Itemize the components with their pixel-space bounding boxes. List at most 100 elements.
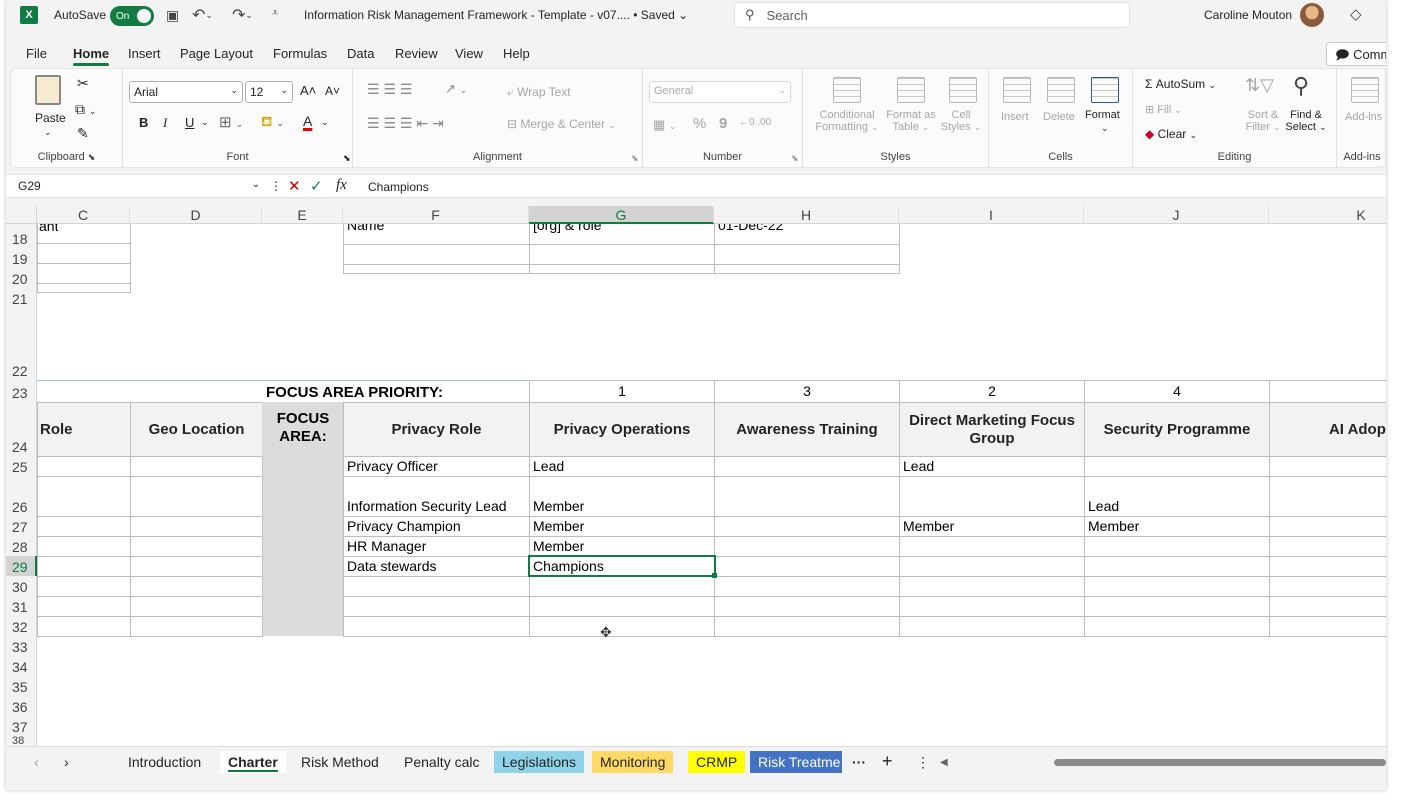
grid-cell[interactable] <box>37 456 131 477</box>
cell-f20[interactable] <box>343 264 530 274</box>
accounting-format-icon[interactable]: ▦ ⌄ <box>653 117 676 133</box>
horizontal-scrollbar[interactable] <box>1054 759 1386 766</box>
premium-diamond-icon[interactable]: ◇ <box>1350 5 1362 23</box>
grid-cell[interactable] <box>130 556 263 577</box>
bold-button[interactable]: B <box>139 115 148 130</box>
row-header-34[interactable]: 34 <box>6 656 37 676</box>
more-options-icon[interactable]: ⋮ <box>270 179 282 193</box>
row-header-36[interactable]: 36 <box>6 696 37 716</box>
column-header-g[interactable]: G <box>529 206 714 224</box>
grid-cell[interactable] <box>37 596 131 617</box>
column-header-d[interactable]: D <box>130 206 262 224</box>
grid-cell[interactable] <box>130 616 263 637</box>
grid-cell[interactable] <box>1084 456 1270 477</box>
customize-qat-icon[interactable]: ⩡ <box>272 7 278 20</box>
number-dialog-launcher-icon[interactable]: ⬊ <box>791 153 799 164</box>
row-header-29[interactable]: 29 <box>6 556 37 576</box>
row-header-32[interactable]: 32 <box>6 616 37 636</box>
priority-security-programme[interactable]: 4 <box>1084 383 1270 399</box>
wrap-text-button[interactable]: ⤶ Wrap Text <box>507 85 571 100</box>
column-header-i[interactable]: I <box>899 206 1084 224</box>
tab-file[interactable]: File <box>26 46 47 61</box>
more-sheets-icon[interactable]: ··· <box>844 751 874 773</box>
grid-cell[interactable] <box>130 576 263 597</box>
addins-button[interactable]: Add-ins <box>1345 111 1382 123</box>
header-ai-adoption[interactable]: AI Adopti <box>1269 402 1386 457</box>
grid-cell[interactable] <box>1084 616 1270 637</box>
grid-cell[interactable] <box>899 596 1085 617</box>
cell-h19[interactable] <box>714 244 900 265</box>
delete-button[interactable]: Delete <box>1043 111 1075 123</box>
insert-button[interactable]: Insert <box>1001 111 1029 123</box>
row-header-24[interactable]: 24 <box>6 402 37 456</box>
cell-f19[interactable] <box>343 244 530 265</box>
increase-decimal-icon[interactable]: ←0 .00 <box>739 117 771 128</box>
cell-h20[interactable] <box>714 264 900 274</box>
percent-button[interactable]: % <box>693 115 706 132</box>
priority-privacy-operations[interactable]: 1 <box>529 383 715 399</box>
security-programme-cell[interactable]: Member <box>1088 518 1139 534</box>
row-header-38[interactable]: 38 <box>6 736 37 746</box>
fill-button[interactable]: ⊞ Fill ⌄ <box>1145 103 1182 116</box>
font-dialog-launcher-icon[interactable]: ⬊ <box>343 153 351 164</box>
redo-icon[interactable]: ↷ ⌄ <box>232 5 253 25</box>
grid-cell[interactable] <box>529 576 715 597</box>
sheet-tab-risk-method[interactable]: Risk Method <box>293 751 387 773</box>
privacy-ops-cell[interactable]: Member <box>533 498 584 514</box>
format-dropdown-icon[interactable]: ⌄ <box>1101 123 1109 134</box>
clear-button[interactable]: ◆ Clear ⌄ <box>1145 127 1197 141</box>
grid-cell[interactable] <box>1269 476 1386 517</box>
find-select-button[interactable]: Find & Select ⌄ <box>1283 109 1329 133</box>
save-icon[interactable]: ▣ <box>166 7 179 24</box>
row-header-35[interactable]: 35 <box>6 676 37 696</box>
user-name[interactable]: Caroline Mouton <box>1204 8 1292 22</box>
paste-button[interactable]: Paste <box>35 111 66 125</box>
grid-cell[interactable] <box>714 476 900 517</box>
align-top-icon[interactable]: ☰ ☰ ☰ <box>367 81 412 98</box>
tab-view[interactable]: View <box>455 46 483 61</box>
merge-center-button[interactable]: ⊟ Merge & Center ⌄ <box>507 117 616 131</box>
underline-button[interactable]: U <box>185 115 194 130</box>
row-header-25[interactable]: 25 <box>6 456 37 476</box>
column-header-k[interactable]: K <box>1269 206 1386 224</box>
font-name-combo[interactable]: Arial ⌄ <box>129 81 243 103</box>
sheet-tab-monitoring[interactable]: Monitoring <box>592 751 674 773</box>
column-header-f[interactable]: F <box>343 206 529 224</box>
grid-cell[interactable] <box>714 516 900 537</box>
avatar[interactable] <box>1300 3 1324 27</box>
grid-cell[interactable] <box>1269 456 1386 477</box>
cell-c19[interactable] <box>37 243 131 264</box>
tab-page-layout[interactable]: Page Layout <box>180 46 253 61</box>
privacy-role-cell[interactable]: HR Manager <box>347 538 426 554</box>
header-geo-location[interactable]: Geo Location <box>130 402 263 457</box>
undo-icon[interactable]: ↶ ⌄ <box>192 5 213 25</box>
header-role[interactable]: Role <box>37 402 131 457</box>
conditional-formatting-button[interactable]: Conditional Formatting ⌄ <box>811 109 883 133</box>
grid-cell[interactable] <box>1269 576 1386 597</box>
cell-g19[interactable] <box>529 244 715 265</box>
column-header-j[interactable]: J <box>1084 206 1269 224</box>
row-header-21[interactable]: 21 <box>6 288 37 308</box>
sort-filter-button[interactable]: Sort & Filter ⌄ <box>1243 109 1283 133</box>
cell-c17[interactable]: ant <box>39 224 58 234</box>
row-header-30[interactable]: 30 <box>6 576 37 596</box>
insert-function-icon[interactable]: fx <box>336 177 347 194</box>
align-left-icon[interactable]: ☰ ☰ ☰ ⇤ ⇥ <box>367 115 444 132</box>
grid-cell[interactable] <box>130 536 263 557</box>
number-format-combo[interactable]: General ⌄ <box>649 81 791 103</box>
grid-cell[interactable] <box>714 556 900 577</box>
formula-input[interactable]: Champions <box>368 180 429 194</box>
comma-button[interactable]: 9 <box>719 115 727 132</box>
grid-cell[interactable] <box>1084 596 1270 617</box>
grid-cell[interactable] <box>130 456 263 477</box>
grid-cell[interactable] <box>1269 616 1386 637</box>
sheet-tab-charter[interactable]: Charter <box>220 751 286 773</box>
privacy-ops-cell[interactable]: Member <box>533 538 584 554</box>
grid-cell[interactable] <box>37 616 131 637</box>
grid-cell[interactable] <box>714 616 900 637</box>
priority-direct-marketing[interactable]: 2 <box>899 383 1085 399</box>
column-header-e[interactable]: E <box>262 206 343 224</box>
cancel-entry-icon[interactable]: ✕ <box>288 177 301 195</box>
comments-button[interactable]: 🗩 Comm <box>1326 42 1386 66</box>
grid-cell[interactable] <box>37 536 131 557</box>
